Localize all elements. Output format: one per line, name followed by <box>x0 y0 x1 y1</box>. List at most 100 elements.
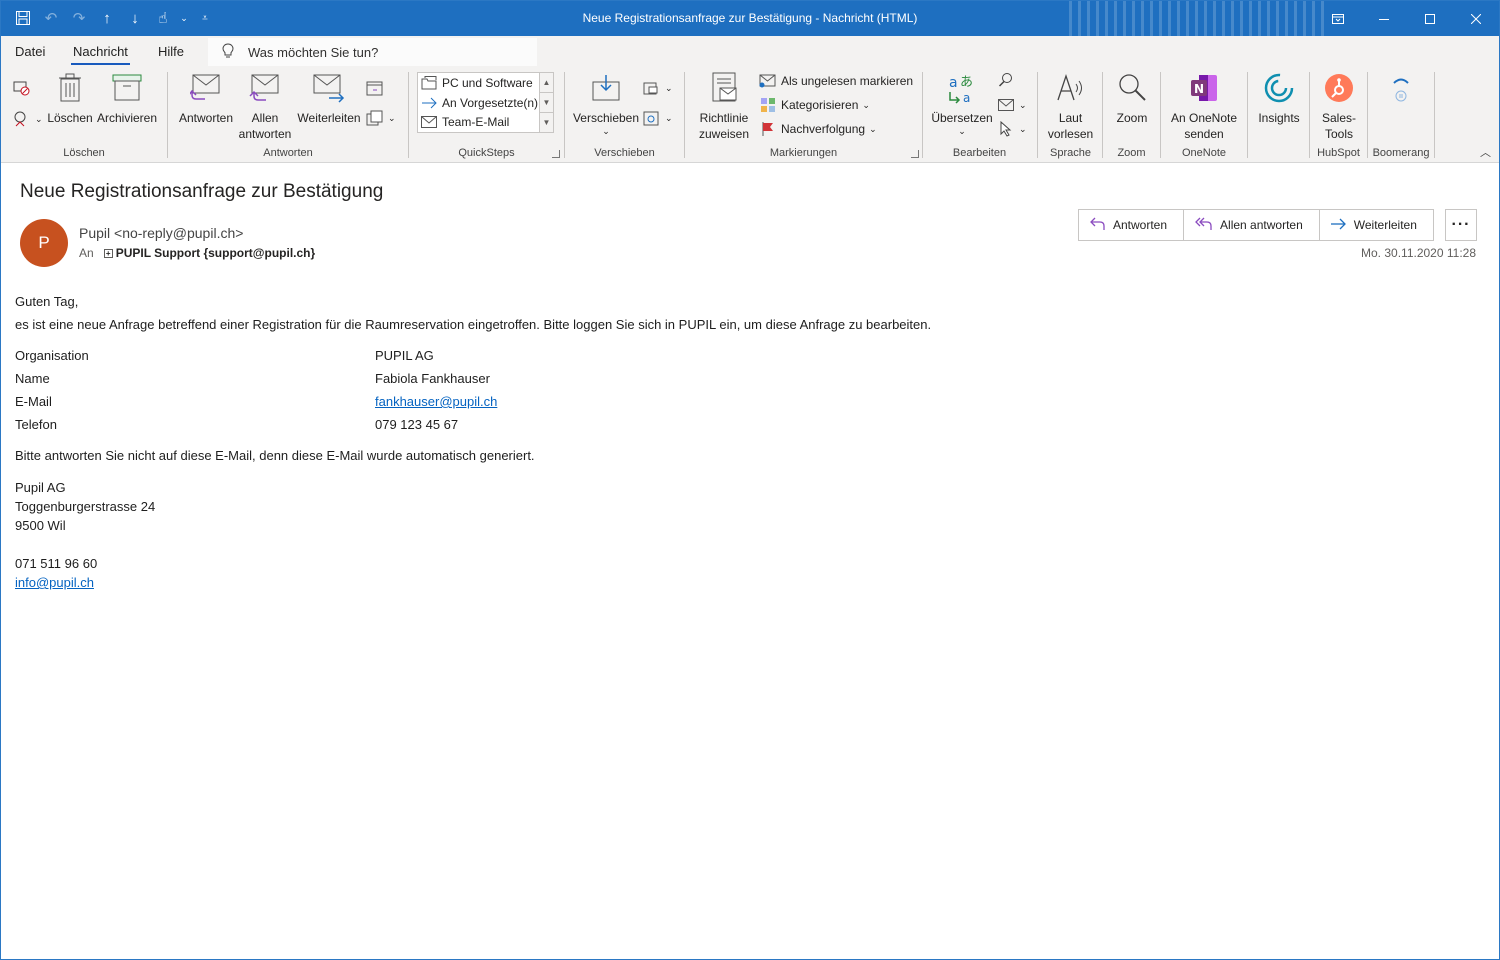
reply-all-button[interactable]: Allen antworten <box>236 72 294 142</box>
more-actions-button[interactable]: ··· <box>1445 209 1477 241</box>
markierungen-launcher-icon[interactable] <box>911 150 919 158</box>
read-aloud-icon <box>1055 72 1087 104</box>
message-sender[interactable]: Pupil <no-reply@pupil.ch> <box>79 225 243 241</box>
rules-icon <box>643 80 661 96</box>
archive-icon <box>111 72 143 104</box>
detail-row: E-Mail fankhauser@pupil.ch <box>15 390 931 413</box>
reply-action-button[interactable]: Antworten <box>1079 210 1185 240</box>
find-button[interactable] <box>997 72 1015 88</box>
select-button[interactable]: ⌄ <box>997 121 1027 137</box>
quickstep-manager[interactable]: An Vorgesetzte(n) <box>420 95 538 111</box>
quickstep-label: Team-E-Mail <box>442 115 510 129</box>
mark-unread-icon <box>759 73 777 89</box>
rules-button[interactable]: ⌄ <box>643 80 673 96</box>
actions-button[interactable]: ⌄ <box>643 110 673 126</box>
forward-action-label: Weiterleiten <box>1353 218 1417 232</box>
zoom-button[interactable]: Zoom <box>1109 72 1155 126</box>
message-actions: Antworten Allen antworten Weiterleiten <box>1078 209 1434 241</box>
quicksteps-launcher-icon[interactable] <box>552 150 560 158</box>
mark-unread-button[interactable]: Als ungelesen markieren <box>759 73 913 89</box>
recipient-name: PUPIL Support {support@pupil.ch} <box>115 246 316 260</box>
quickstep-label: PC und Software <box>442 76 533 90</box>
signature-phone: 071 511 96 60 <box>15 556 98 571</box>
tab-hilfe[interactable]: Hilfe <box>158 44 184 59</box>
reply-arrow-icon <box>1089 217 1105 234</box>
read-aloud-label-1: Laut <box>1058 111 1083 125</box>
reply-all-action-button[interactable]: Allen antworten <box>1184 210 1320 240</box>
gallery-expand-icon[interactable]: ▼ <box>540 113 553 133</box>
tab-nachricht[interactable]: Nachricht <box>71 44 130 65</box>
tab-datei[interactable]: Datei <box>15 44 45 59</box>
reply-button[interactable]: Antworten <box>176 72 236 126</box>
cleanup-button[interactable]: ⌄ <box>13 111 43 127</box>
message-body: Guten Tag, es ist eine neue Anfrage betr… <box>15 290 931 592</box>
window-title: Neue Registrationsanfrage zur Bestätigun… <box>582 11 918 25</box>
actions-icon <box>643 110 661 126</box>
assign-policy-button[interactable]: Richtlinie zuweisen <box>691 72 757 142</box>
reply-icon <box>190 72 222 104</box>
zoom-icon <box>1116 72 1148 104</box>
ignore-button[interactable] <box>13 80 31 96</box>
hubspot-icon <box>1323 72 1355 104</box>
move-button[interactable]: Verschieben ⌄ <box>571 72 641 136</box>
sales-tools-label-1: Sales- <box>1321 111 1356 125</box>
group-bearbeiten: aあa Übersetzen ⌄ ⌄ ⌄ Bearbeiten <box>923 68 1036 161</box>
signature-company: Pupil AG <box>15 480 66 495</box>
reply-action-label: Antworten <box>1113 218 1168 232</box>
forward-action-button[interactable]: Weiterleiten <box>1320 210 1433 240</box>
sales-tools-button[interactable]: Sales- Tools <box>1316 72 1362 142</box>
followup-button[interactable]: Nachverfolgung ⌄ <box>759 121 877 137</box>
insights-button[interactable]: Insights <box>1254 72 1304 126</box>
related-mail-icon <box>997 97 1015 113</box>
archive-button[interactable]: Archivieren <box>96 72 158 126</box>
group-label-verschieben: Verschieben <box>594 147 655 159</box>
boomerang-button[interactable] <box>1378 72 1424 110</box>
more-respond-button[interactable]: ⌄ <box>366 110 396 126</box>
search-icon <box>997 72 1015 88</box>
maximize-icon[interactable] <box>1407 1 1453 36</box>
scroll-up-icon[interactable]: ▲ <box>540 73 553 93</box>
reply-all-label-2: antworten <box>238 127 292 141</box>
meeting-reply-button[interactable] <box>366 80 384 96</box>
detail-key: E-Mail <box>15 394 52 409</box>
email-link[interactable]: fankhauser@pupil.ch <box>375 394 497 409</box>
send-to-onenote-button[interactable]: N An OneNote senden <box>1167 72 1241 142</box>
avatar[interactable]: P <box>20 219 68 267</box>
delete-button[interactable]: Löschen <box>47 72 93 126</box>
message-subject: Neue Registrationsanfrage zur Bestätigun… <box>20 181 384 202</box>
categorize-button[interactable]: Kategorisieren ⌄ <box>759 97 870 113</box>
ribbon-separator <box>1434 72 1435 158</box>
recipient[interactable]: + PUPIL Support {support@pupil.ch} <box>103 246 316 260</box>
quickstep-label: An Vorgesetzte(n) <box>442 96 539 110</box>
expand-group-icon[interactable]: + <box>103 248 113 258</box>
quickstep-team-email[interactable]: Team-E-Mail <box>420 114 509 130</box>
forward-button[interactable]: Weiterleiten <box>296 72 362 126</box>
signature-email-link[interactable]: info@pupil.ch <box>15 575 94 590</box>
group-label-onenote: OneNote <box>1181 147 1227 159</box>
mail-icon <box>420 114 438 130</box>
close-icon[interactable] <box>1453 1 1499 36</box>
onenote-icon: N <box>1188 72 1220 104</box>
group-label-antworten: Antworten <box>263 147 313 159</box>
quicksteps-scrollbar[interactable]: ▲ ▼ ▼ <box>539 73 553 132</box>
forward-icon <box>313 72 345 104</box>
group-label-bearbeiten: Bearbeiten <box>952 147 1007 159</box>
ribbon-display-options-icon[interactable] <box>1315 1 1361 36</box>
mark-unread-label: Als ungelesen markieren <box>781 74 914 88</box>
translate-button[interactable]: aあa Übersetzen ⌄ <box>929 72 995 136</box>
related-button[interactable]: ⌄ <box>997 97 1027 113</box>
minimize-icon[interactable] <box>1361 1 1407 36</box>
policy-label-1: Richtlinie <box>699 111 749 125</box>
translate-icon: aあa <box>946 72 978 104</box>
scroll-down-icon[interactable]: ▼ <box>540 93 553 113</box>
collapse-ribbon-icon[interactable]: ︿ <box>1480 144 1491 160</box>
read-aloud-button[interactable]: Laut vorlesen <box>1042 72 1099 142</box>
move-label: Verschieben <box>572 111 640 125</box>
cleanup-icon <box>13 111 31 127</box>
tell-me-search[interactable]: Was möchten Sie tun? <box>208 38 537 66</box>
svg-text:a: a <box>963 91 970 104</box>
read-aloud-label-2: vorlesen <box>1047 127 1094 141</box>
quickstep-pc-software[interactable]: PC und Software <box>420 75 533 91</box>
reply-all-arrow-icon <box>1194 217 1212 234</box>
policy-icon <box>708 72 740 104</box>
